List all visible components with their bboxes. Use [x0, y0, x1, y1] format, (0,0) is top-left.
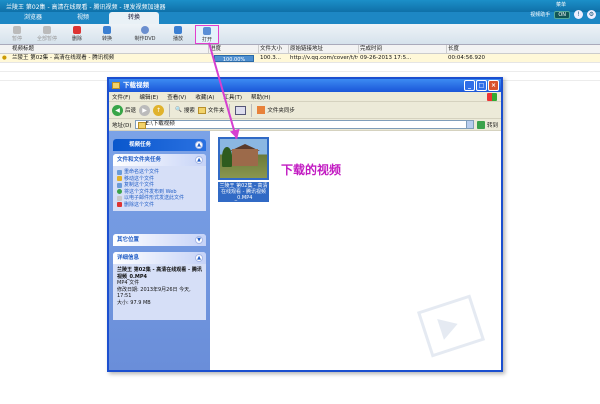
- row-title: 兰陵王 第02集 - 高清在线观看 - 腾讯视频: [12, 55, 115, 61]
- make-dvd-button[interactable]: 制作DVD: [130, 25, 160, 44]
- info-icon[interactable]: !: [574, 10, 583, 19]
- detail-size: 大小: 97.9 MB: [117, 299, 151, 306]
- convert-button[interactable]: 转换: [92, 25, 122, 44]
- task-pane: 视频任务 ▲ 文件和文件夹任务 ▲ 重命名这个文件 移动这个文件 复制这个文件 将这…: [109, 131, 210, 370]
- toggle-label: 视频助手: [530, 12, 551, 18]
- app-title-bar: 兰陵王 第02集 - 高清在线观看 - 腾讯视频 - 理发视频加速器: [0, 0, 600, 12]
- menu-file[interactable]: 文件(F): [112, 93, 130, 101]
- panel-file-tasks: 文件和文件夹任务 ▲ 重命名这个文件 移动这个文件 复制这个文件 将这个文件发布到…: [113, 154, 206, 211]
- explorer-toolbar: ◀ 后退 ▶ ↑ 🔍 搜索 文件夹 文件夹同步: [109, 102, 501, 119]
- menu-favorites[interactable]: 收藏(A): [195, 93, 214, 101]
- col-length[interactable]: 长度: [446, 45, 600, 54]
- chevron-up-icon: ▲: [195, 254, 203, 262]
- table-header: 视频标题 进度 文件大小 原始链接地址 完成时间 长度: [0, 45, 600, 54]
- menu-label[interactable]: 菜单: [556, 1, 566, 8]
- row-url[interactable]: http://v.qq.com/cover/t/twt6a...: [290, 54, 358, 63]
- row-done: 09-26-2013 17:5...: [360, 55, 412, 61]
- col-progress[interactable]: 进度: [208, 45, 258, 54]
- convert-icon: [103, 26, 111, 34]
- address-dropdown[interactable]: [465, 120, 474, 129]
- panel-video-tasks: 视频任务 ▲: [113, 139, 206, 151]
- address-bar: 地址(D) E:\下载视频 转到: [109, 119, 501, 131]
- col-title[interactable]: 视频标题: [0, 45, 208, 54]
- col-done[interactable]: 完成时间: [358, 45, 446, 54]
- empty-row: [0, 63, 600, 72]
- panel-details: 详细信息 ▲ 兰陵王 第02集 - 高清在线观看 - 腾讯视频_0.MP4 MP4…: [113, 252, 206, 320]
- pause-all-button[interactable]: 全部暂停: [32, 25, 62, 44]
- gear-icon[interactable]: ⚙: [587, 10, 596, 19]
- task-delete[interactable]: 删除这个文件: [117, 202, 202, 209]
- annotation-text: 下载的视频: [281, 163, 342, 177]
- delete-icon: [73, 26, 81, 34]
- search-button[interactable]: 🔍 搜索: [175, 106, 195, 114]
- go-arrow-icon: [476, 120, 485, 129]
- explorer-window: 下载视频 _ □ × 文件(F) 编辑(E) 查看(V) 收藏(A) 工具(T)…: [107, 77, 503, 372]
- chevron-down-icon: ▼: [195, 236, 203, 244]
- table-row[interactable]: ● 兰陵王 第02集 - 高清在线观看 - 腾讯视频 100.00% 100.3…: [0, 54, 600, 63]
- windows-logo-icon: [487, 93, 497, 101]
- app-title: 兰陵王 第02集 - 高清在线观看 - 腾讯视频 - 理发视频加速器: [6, 3, 166, 11]
- row-length: 00:04:56.920: [448, 55, 485, 61]
- back-arrow-icon: ◀: [112, 104, 123, 116]
- panel-other-header[interactable]: 其它位置 ▼: [113, 234, 206, 246]
- tab-browser[interactable]: 浏览器: [8, 12, 58, 24]
- panel-details-header[interactable]: 详细信息 ▲: [113, 252, 206, 264]
- pause-all-icon: [43, 26, 51, 34]
- menu-view[interactable]: 查看(V): [167, 93, 186, 101]
- go-button[interactable]: 转到: [476, 120, 501, 129]
- detail-filename: 兰陵王 第02集 - 高清在线观看 - 腾讯视频_0.MP4: [117, 267, 202, 280]
- play-button[interactable]: 播放: [163, 25, 193, 44]
- chevron-up-icon: ▲: [195, 141, 203, 149]
- address-input[interactable]: E:\下载视频: [134, 120, 467, 129]
- dvd-icon: [141, 26, 149, 34]
- folder-sync-button[interactable]: 文件夹同步: [257, 106, 295, 114]
- pause-icon: [13, 26, 21, 34]
- explorer-title-bar[interactable]: 下载视频 _ □ ×: [109, 79, 501, 92]
- folder-open-icon: [203, 27, 211, 35]
- close-button[interactable]: ×: [488, 80, 499, 91]
- top-right-controls: 菜单 视频助手 ON ! ⚙: [530, 2, 596, 19]
- row-size: 100.3...: [260, 55, 281, 61]
- views-button[interactable]: [235, 105, 247, 115]
- progress-bar: 100.00%: [214, 55, 254, 63]
- chevron-up-icon: ▲: [195, 156, 203, 164]
- col-url[interactable]: 原始链接地址: [288, 45, 358, 54]
- minimize-button[interactable]: _: [464, 80, 475, 91]
- delete-button[interactable]: 删除: [62, 25, 92, 44]
- up-folder-button[interactable]: ↑: [153, 104, 165, 116]
- explorer-title: 下载视频: [123, 81, 149, 89]
- file-caption: 兰陵王 第02集 - 高清在线观看 - 腾讯视频_0.MP4: [218, 182, 269, 202]
- folder-icon: [112, 82, 120, 89]
- file-item[interactable]: 兰陵王 第02集 - 高清在线观看 - 腾讯视频_0.MP4: [218, 137, 269, 211]
- search-icon: 🔍: [175, 107, 182, 113]
- pause-button[interactable]: 暂停: [2, 25, 32, 44]
- play-icon: [174, 26, 182, 34]
- back-button[interactable]: ◀ 后退: [112, 104, 136, 116]
- tab-video[interactable]: 视频: [58, 12, 108, 24]
- assistant-toggle[interactable]: ON: [554, 10, 570, 19]
- sync-icon: [257, 106, 266, 114]
- panel-other-places: 其它位置 ▼: [113, 234, 206, 246]
- panel-file-tasks-header[interactable]: 文件和文件夹任务 ▲: [113, 154, 206, 166]
- maximize-button[interactable]: □: [476, 80, 487, 91]
- address-label: 地址(D): [112, 122, 132, 129]
- explorer-content: 视频任务 ▲ 文件和文件夹任务 ▲ 重命名这个文件 移动这个文件 复制这个文件 将这…: [109, 131, 501, 370]
- panel-video-tasks-header[interactable]: 视频任务 ▲: [113, 139, 206, 151]
- menu-edit[interactable]: 编辑(E): [139, 93, 158, 101]
- status-icon: ●: [2, 55, 7, 61]
- main-toolbar: 暂停 全部暂停 删除 转换 制作DVD 播放 打开: [0, 24, 600, 45]
- col-size[interactable]: 文件大小: [258, 45, 288, 54]
- explorer-menubar: 文件(F) 编辑(E) 查看(V) 收藏(A) 工具(T) 帮助(H): [109, 92, 501, 102]
- film-watermark-icon: [416, 294, 486, 358]
- folders-button[interactable]: 文件夹: [197, 106, 224, 114]
- folders-icon: [197, 106, 206, 114]
- open-button[interactable]: 打开: [195, 25, 219, 44]
- menu-help[interactable]: 帮助(H): [251, 93, 270, 101]
- forward-button[interactable]: ▶: [139, 104, 151, 116]
- tab-convert[interactable]: 转换: [109, 12, 159, 24]
- detail-modified: 修改日期: 2013年9月26日 今天, 17:51: [117, 286, 191, 300]
- video-thumbnail: [218, 137, 269, 180]
